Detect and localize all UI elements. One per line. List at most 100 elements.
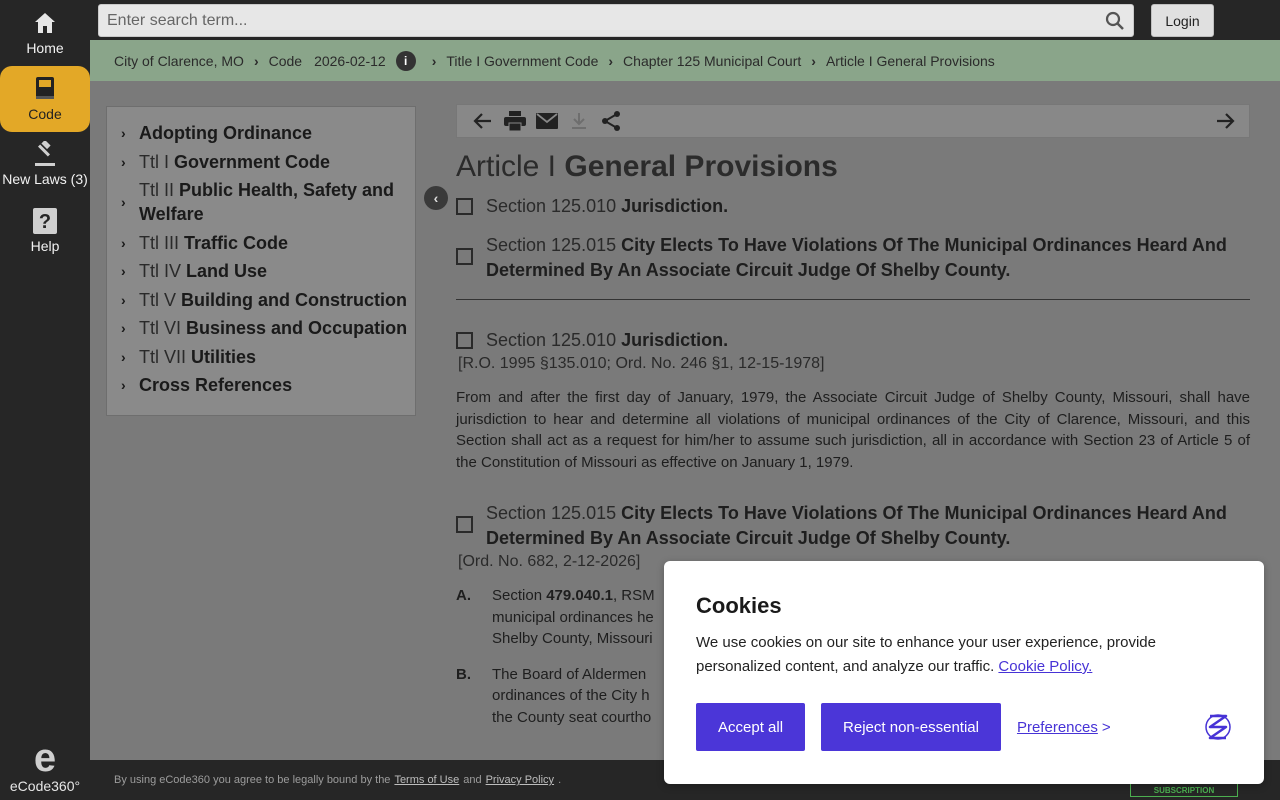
toc-item-title: Business and Occupation <box>186 318 408 338</box>
section-number[interactable]: Section 125.015 <box>486 235 616 255</box>
section-number: Section 125.015 <box>486 503 617 523</box>
home-icon <box>32 10 58 36</box>
cookie-dialog: Cookies We use cookies on our site to en… <box>664 561 1264 784</box>
chevron-right-icon: › <box>121 234 126 251</box>
statute-reference[interactable]: 479.040.1 <box>546 587 613 604</box>
section-toc-row: Section 125.015 City Elects To Have Viol… <box>456 233 1250 283</box>
toc-item[interactable]: › Ttl V Building and Construction <box>121 288 415 312</box>
chevron-left-icon: ‹ <box>433 190 439 206</box>
breadcrumb-code[interactable]: Code <box>269 53 302 69</box>
search-icon[interactable] <box>1105 11 1125 31</box>
section-checkbox[interactable] <box>456 332 473 349</box>
terms-of-use-link[interactable]: Terms of Use <box>394 774 459 786</box>
info-icon[interactable]: i <box>395 50 416 71</box>
breadcrumb: City of Clarence, MO › Code 2026-02-12 i… <box>90 40 1280 81</box>
chevron-right-icon: › <box>121 153 126 170</box>
toc-item[interactable]: › Ttl IV Land Use <box>121 259 415 283</box>
subsection-label: A. <box>456 587 471 604</box>
chevron-right-icon: › <box>121 263 126 279</box>
section-body: From and after the first day of January,… <box>456 389 1250 471</box>
collapse-toc-button[interactable]: ‹ <box>424 186 448 210</box>
rail-new-laws[interactable]: New Laws (3) <box>0 141 90 187</box>
toc-item-title: Public Health, Safety and Welfare <box>139 180 395 224</box>
toc-item-title: Cross References <box>139 375 293 395</box>
toc-item[interactable]: › Ttl III Traffic Code <box>121 231 415 255</box>
chevron-right-icon: > <box>1101 718 1111 736</box>
rail-help-label: Help <box>30 238 60 254</box>
download-icon[interactable] <box>563 109 595 133</box>
help-icon: ? <box>32 208 58 234</box>
preferences-label: Preferences <box>1016 718 1098 736</box>
toc-item[interactable]: › Ttl VII Utilities <box>121 345 415 369</box>
preferences-link[interactable]: Preferences > <box>1017 719 1111 736</box>
toc-item[interactable]: › Ttl II Public Health, Safety and Welfar… <box>121 178 415 226</box>
subsection-text: the County seat courtho <box>492 708 652 726</box>
toc-item-title: Government Code <box>174 151 331 172</box>
section-title[interactable]: Jurisdiction. <box>621 196 728 216</box>
forward-arrow-icon[interactable] <box>1209 109 1241 133</box>
chevron-right-icon: › <box>121 291 126 308</box>
toc-item[interactable]: › Ttl VI Business and Occupation <box>121 316 415 340</box>
toc-item-title: Building and Construction <box>181 289 407 310</box>
toc-item[interactable]: › Adopting Ordinance <box>121 121 415 145</box>
cookie-provider-logo-icon <box>1202 712 1232 742</box>
chevron-right-icon: › <box>431 52 437 69</box>
print-icon[interactable] <box>499 109 531 133</box>
email-icon[interactable] <box>531 109 563 133</box>
toc-item-prefix: Ttl VI <box>139 318 182 338</box>
section-history: [R.O. 1995 §135.010; Ord. No. 246 §1, 12… <box>458 355 825 372</box>
back-arrow-icon[interactable] <box>467 109 499 133</box>
chevron-right-icon: › <box>121 194 126 210</box>
privacy-policy-link[interactable]: Privacy Policy <box>486 774 554 786</box>
subscription-badge[interactable]: SUBSCRIPTION <box>1130 783 1238 797</box>
chevron-right-icon: › <box>811 52 816 69</box>
rail-help[interactable]: ? Help <box>0 208 90 254</box>
top-bar: Login <box>90 0 1280 40</box>
section-toc-row: Section 125.010 Jurisdiction. <box>456 194 1250 219</box>
subsection-text: Section <box>492 587 543 604</box>
section-heading: Section 125.010 Jurisdiction. <box>456 328 1250 353</box>
search-input[interactable] <box>99 5 1133 36</box>
subsection-text: , RSM <box>612 587 655 604</box>
rail-code[interactable]: Code <box>0 66 90 132</box>
content-toolbar <box>456 104 1250 138</box>
toc-item-prefix: Ttl I <box>139 151 169 172</box>
chevron-right-icon: › <box>253 52 259 69</box>
chevron-right-icon: › <box>121 348 126 365</box>
toc-item-title: Traffic Code <box>184 232 289 253</box>
footer-text: . <box>558 774 562 786</box>
cookie-policy-link[interactable]: Cookie Policy. <box>998 658 1092 675</box>
footer-text: and <box>463 774 482 786</box>
section-checkbox[interactable] <box>456 516 473 533</box>
rail-code-label: Code <box>28 106 62 122</box>
article-name: General Provisions <box>564 150 838 183</box>
divider <box>456 299 1250 300</box>
cookie-buttons: Accept all Reject non-essential Preferen… <box>696 703 1232 751</box>
toc-item[interactable]: › Cross References <box>121 373 415 397</box>
breadcrumb-title[interactable]: Title I Government Code <box>446 53 598 69</box>
login-button[interactable]: Login <box>1151 4 1214 37</box>
accept-all-button[interactable]: Accept all <box>696 703 806 751</box>
toc-item[interactable]: › Ttl I Government Code <box>121 150 415 174</box>
share-icon[interactable] <box>595 109 627 133</box>
toc-item-prefix: Ttl VII <box>139 346 187 367</box>
breadcrumb-municipality[interactable]: City of Clarence, MO <box>114 53 244 69</box>
cookie-title: Cookies <box>696 593 782 618</box>
subsection-text: municipal ordinances he <box>492 608 654 626</box>
section-checkbox[interactable] <box>456 248 473 265</box>
reject-non-essential-button[interactable]: Reject non-essential <box>821 703 1001 751</box>
section-number: Section 125.010 <box>486 330 617 350</box>
ecode360-logo[interactable]: e eCode360° <box>0 738 90 794</box>
toc-item-title: Utilities <box>191 346 257 367</box>
ecode-logo-text: eCode360° <box>9 778 81 794</box>
gavel-icon <box>32 141 58 167</box>
subsection-label: B. <box>456 665 471 683</box>
article-title: Article I General Provisions <box>456 150 1250 184</box>
rail-home[interactable]: Home <box>0 10 90 56</box>
section-checkbox[interactable] <box>456 198 473 215</box>
left-rail: Home Code New Laws (3) ? Help e eCode360… <box>0 0 90 800</box>
breadcrumb-chapter[interactable]: Chapter 125 Municipal Court <box>623 53 801 69</box>
section-number[interactable]: Section 125.010 <box>486 196 616 216</box>
toc-item-prefix: Ttl IV <box>139 261 182 281</box>
rail-home-label: Home <box>26 40 64 56</box>
